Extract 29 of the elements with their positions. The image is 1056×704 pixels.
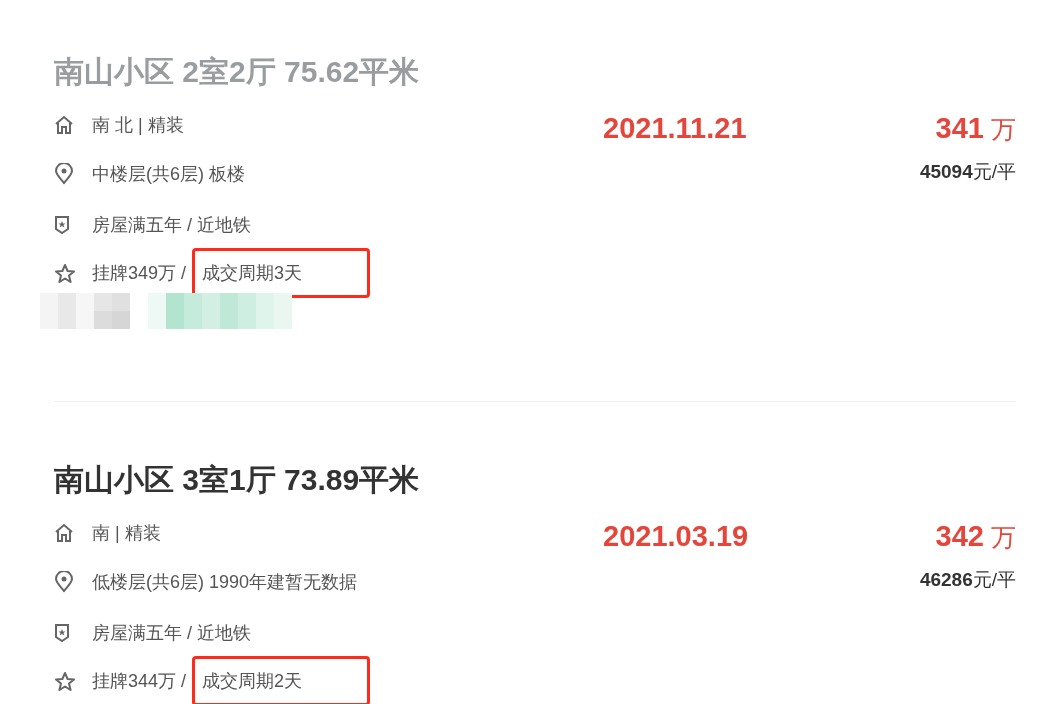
- price-unit: 万: [991, 114, 1016, 145]
- floor-text: 低楼层(共6层) 1990年建暂无数据: [92, 570, 358, 594]
- star-icon: [54, 670, 76, 692]
- house-icon: [54, 115, 74, 135]
- total-price: 341: [935, 111, 984, 146]
- deal-cycle-text: 成交周期2天: [202, 669, 303, 693]
- deal-cycle-text: 成交周期3天: [202, 261, 303, 285]
- total-price: 342: [935, 519, 984, 554]
- shield-icon: [54, 623, 70, 643]
- features-text: 房屋满五年 / 近地铁: [92, 213, 251, 237]
- unit-price: 45094: [919, 160, 973, 184]
- listing-title[interactable]: 南山小区 3室1厅 73.89平米: [54, 458, 420, 502]
- unit-price-suffix: 元/平: [972, 568, 1016, 592]
- listing-price-text: 挂牌349万 /: [92, 261, 187, 285]
- deal-date: 2021.11.21: [603, 111, 747, 146]
- orientation-text: 南 | 精装: [92, 521, 161, 545]
- star-icon: [54, 262, 76, 284]
- location-pin-icon: [54, 571, 74, 593]
- deal-date: 2021.03.19: [603, 519, 749, 554]
- unit-price-suffix: 元/平: [972, 160, 1016, 184]
- house-icon: [54, 523, 74, 543]
- orientation-text: 南 北 | 精装: [92, 113, 184, 137]
- unit-price: 46286: [919, 568, 973, 592]
- floor-text: 中楼层(共6层) 板楼: [92, 162, 245, 186]
- features-text: 房屋满五年 / 近地铁: [92, 621, 251, 645]
- shield-icon: [54, 215, 70, 235]
- location-pin-icon: [54, 163, 74, 185]
- price-unit: 万: [991, 522, 1016, 553]
- listing-price-text: 挂牌344万 /: [92, 669, 187, 693]
